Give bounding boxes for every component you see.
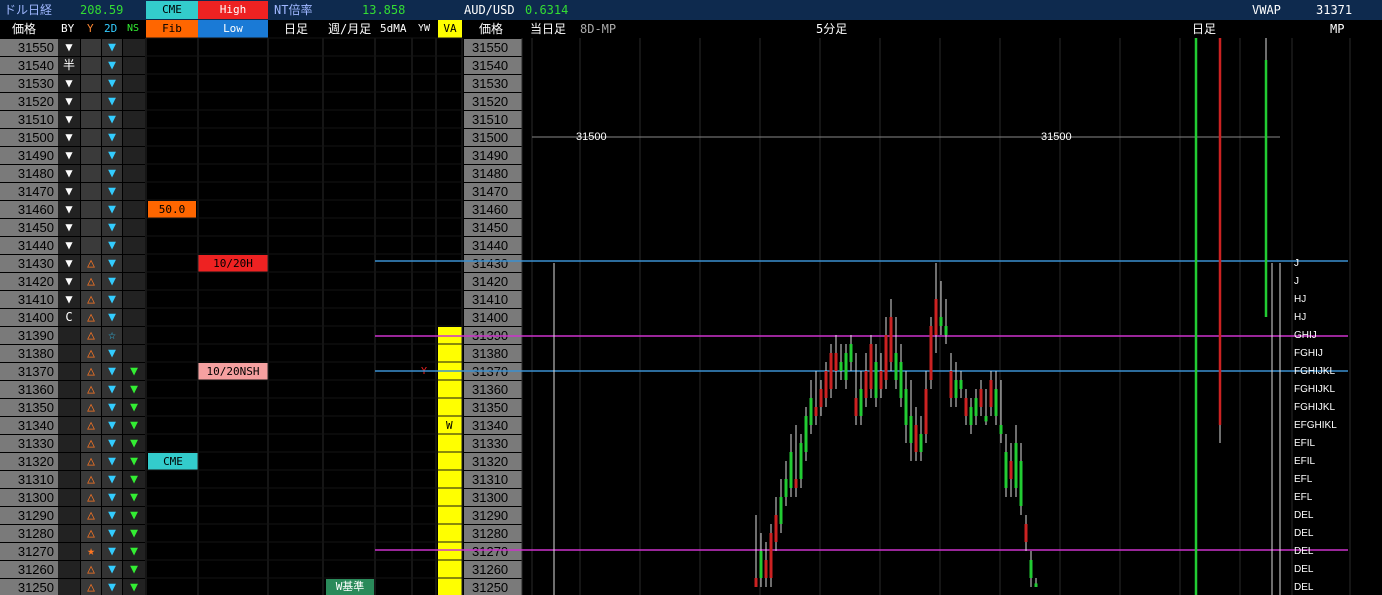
candle-body (1009, 461, 1013, 479)
candle-body (979, 389, 983, 407)
candle-body (799, 443, 803, 479)
candle-body (1029, 560, 1033, 578)
candle-body (849, 344, 853, 362)
candle-body (754, 578, 758, 587)
candle-body (959, 380, 963, 389)
candle-body (909, 416, 913, 443)
candle-body (819, 389, 823, 407)
candle-body (789, 452, 793, 488)
mp-row: EFIL (1294, 438, 1316, 449)
candle-body (939, 317, 943, 326)
candle-body (964, 398, 968, 416)
candle-body (784, 479, 788, 497)
candle-body (859, 389, 863, 416)
candle-body (834, 353, 838, 371)
candle-body (989, 380, 993, 407)
candle-body (994, 389, 998, 416)
candle-body (884, 335, 888, 380)
mp-row: EFL (1294, 474, 1313, 485)
candle-body (974, 398, 978, 416)
candle-body (904, 389, 908, 425)
candle-body (774, 515, 778, 542)
mp-row: FGHIJKL (1294, 366, 1336, 377)
mp-row: FGHIJ (1294, 348, 1323, 359)
candle-body (854, 398, 858, 416)
mp-row: DEL (1294, 582, 1314, 593)
candle-body (944, 326, 948, 335)
candle-body (969, 407, 973, 425)
candle-body (924, 389, 928, 434)
candle-body (984, 416, 988, 422)
mp-row: EFIL (1294, 456, 1316, 467)
candle-body (954, 380, 958, 398)
mp-row: DEL (1294, 564, 1314, 575)
candle-body (764, 560, 768, 578)
mp-row: J (1294, 258, 1299, 269)
candle-body (824, 371, 828, 398)
candle-body (1034, 583, 1038, 587)
candle-body (934, 299, 938, 335)
candle-body (1014, 443, 1018, 488)
chart-window: { "header": { "dollar_nikkei_label": "ドル… (0, 0, 1382, 595)
mp-row: HJ (1294, 294, 1307, 305)
mp-row: DEL (1294, 510, 1314, 521)
mp-row: HJ (1294, 312, 1307, 323)
line-31500-label-right: 31500 (1041, 131, 1072, 143)
candle-body (929, 326, 933, 380)
mp-row: FGHIJKL (1294, 384, 1336, 395)
candle-body (844, 353, 848, 380)
candlestick-chart (145, 37, 1351, 595)
candle-body (804, 416, 808, 452)
candle-body (919, 434, 923, 452)
mp-row: DEL (1294, 546, 1314, 557)
mp-row: GHIJ (1294, 330, 1317, 341)
candle-body (869, 344, 873, 389)
candle-body (814, 407, 818, 416)
candle-body (839, 362, 843, 371)
candle-body (894, 353, 898, 380)
candle-body (1024, 524, 1028, 542)
candle-body (879, 371, 883, 389)
mp-row: FGHIJKL (1294, 402, 1336, 413)
candle-body (999, 425, 1003, 434)
candle-body (864, 371, 868, 398)
candle-body (1019, 461, 1023, 506)
mp-row: J (1294, 276, 1299, 287)
candle-body (759, 551, 763, 578)
mp-row: EFGHIKL (1294, 420, 1337, 431)
mp-row: EFL (1294, 492, 1313, 503)
candle-body (769, 533, 773, 578)
candle-body (794, 479, 798, 488)
candle-body (889, 317, 893, 362)
candle-body (949, 371, 953, 398)
candle-body (809, 398, 813, 425)
line-31500-label-left: 31500 (576, 131, 607, 143)
mp-row: DEL (1294, 528, 1314, 539)
candle-body (899, 362, 903, 398)
candle-body (874, 362, 878, 398)
candle-body (914, 425, 918, 452)
candle-body (779, 497, 783, 524)
candle-body (1004, 452, 1008, 488)
candle-body (829, 353, 833, 389)
